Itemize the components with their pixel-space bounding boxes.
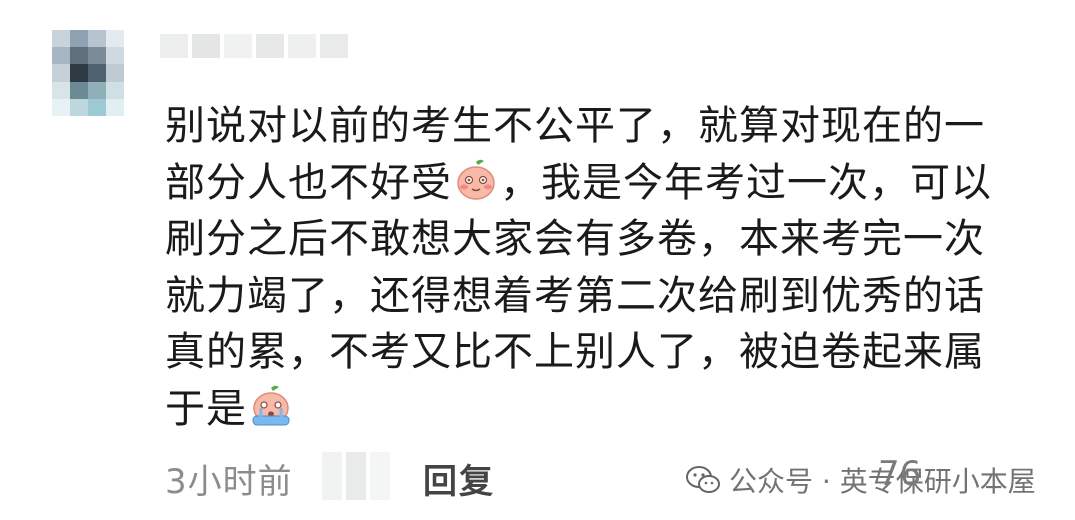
location-redacted: [322, 452, 390, 500]
wechat-icon: [686, 466, 720, 493]
comment-timestamp: 3小时前: [165, 462, 293, 502]
comment-text-fragment: 部分人也不好受: [165, 159, 452, 206]
blush-face-emoji: [457, 159, 495, 200]
watermark: 公众号 · 英专保研小本屋: [685, 460, 1036, 500]
comment-text-fragment: 于是: [165, 385, 247, 432]
comment-text: 别说对以前的考生不公平了，就算对现在的一 部分人也不好受 ，我是今年考过一次，可…: [165, 98, 1045, 438]
comment-text-fragment: ，我是今年考过一次，可以: [500, 159, 992, 206]
comment-line: 于是: [165, 381, 1045, 438]
avatar[interactable]: [52, 30, 124, 116]
username-redacted[interactable]: [160, 34, 348, 58]
like-count[interactable]: 76: [878, 454, 921, 494]
reply-button[interactable]: 回复: [423, 454, 495, 503]
comment-line: 真的累，不考又比不上别人了，被迫卷起来属: [165, 329, 985, 376]
comment-line: 别说对以前的考生不公平了，就算对现在的一: [165, 103, 985, 149]
comment-line: 部分人也不好受 ，我是今年考过一次，可以: [165, 155, 1045, 212]
comment-footer: 3小时前 回复 公众号 · 英专保研小本屋 76: [165, 452, 1045, 502]
crying-face-emoji: [252, 385, 290, 426]
comment-line: 刷分之后不敢想大家会有多卷，本来考完一次: [165, 216, 985, 263]
comment-line: 就力竭了，还得想着考第二次给刷到优秀的话: [165, 272, 985, 319]
